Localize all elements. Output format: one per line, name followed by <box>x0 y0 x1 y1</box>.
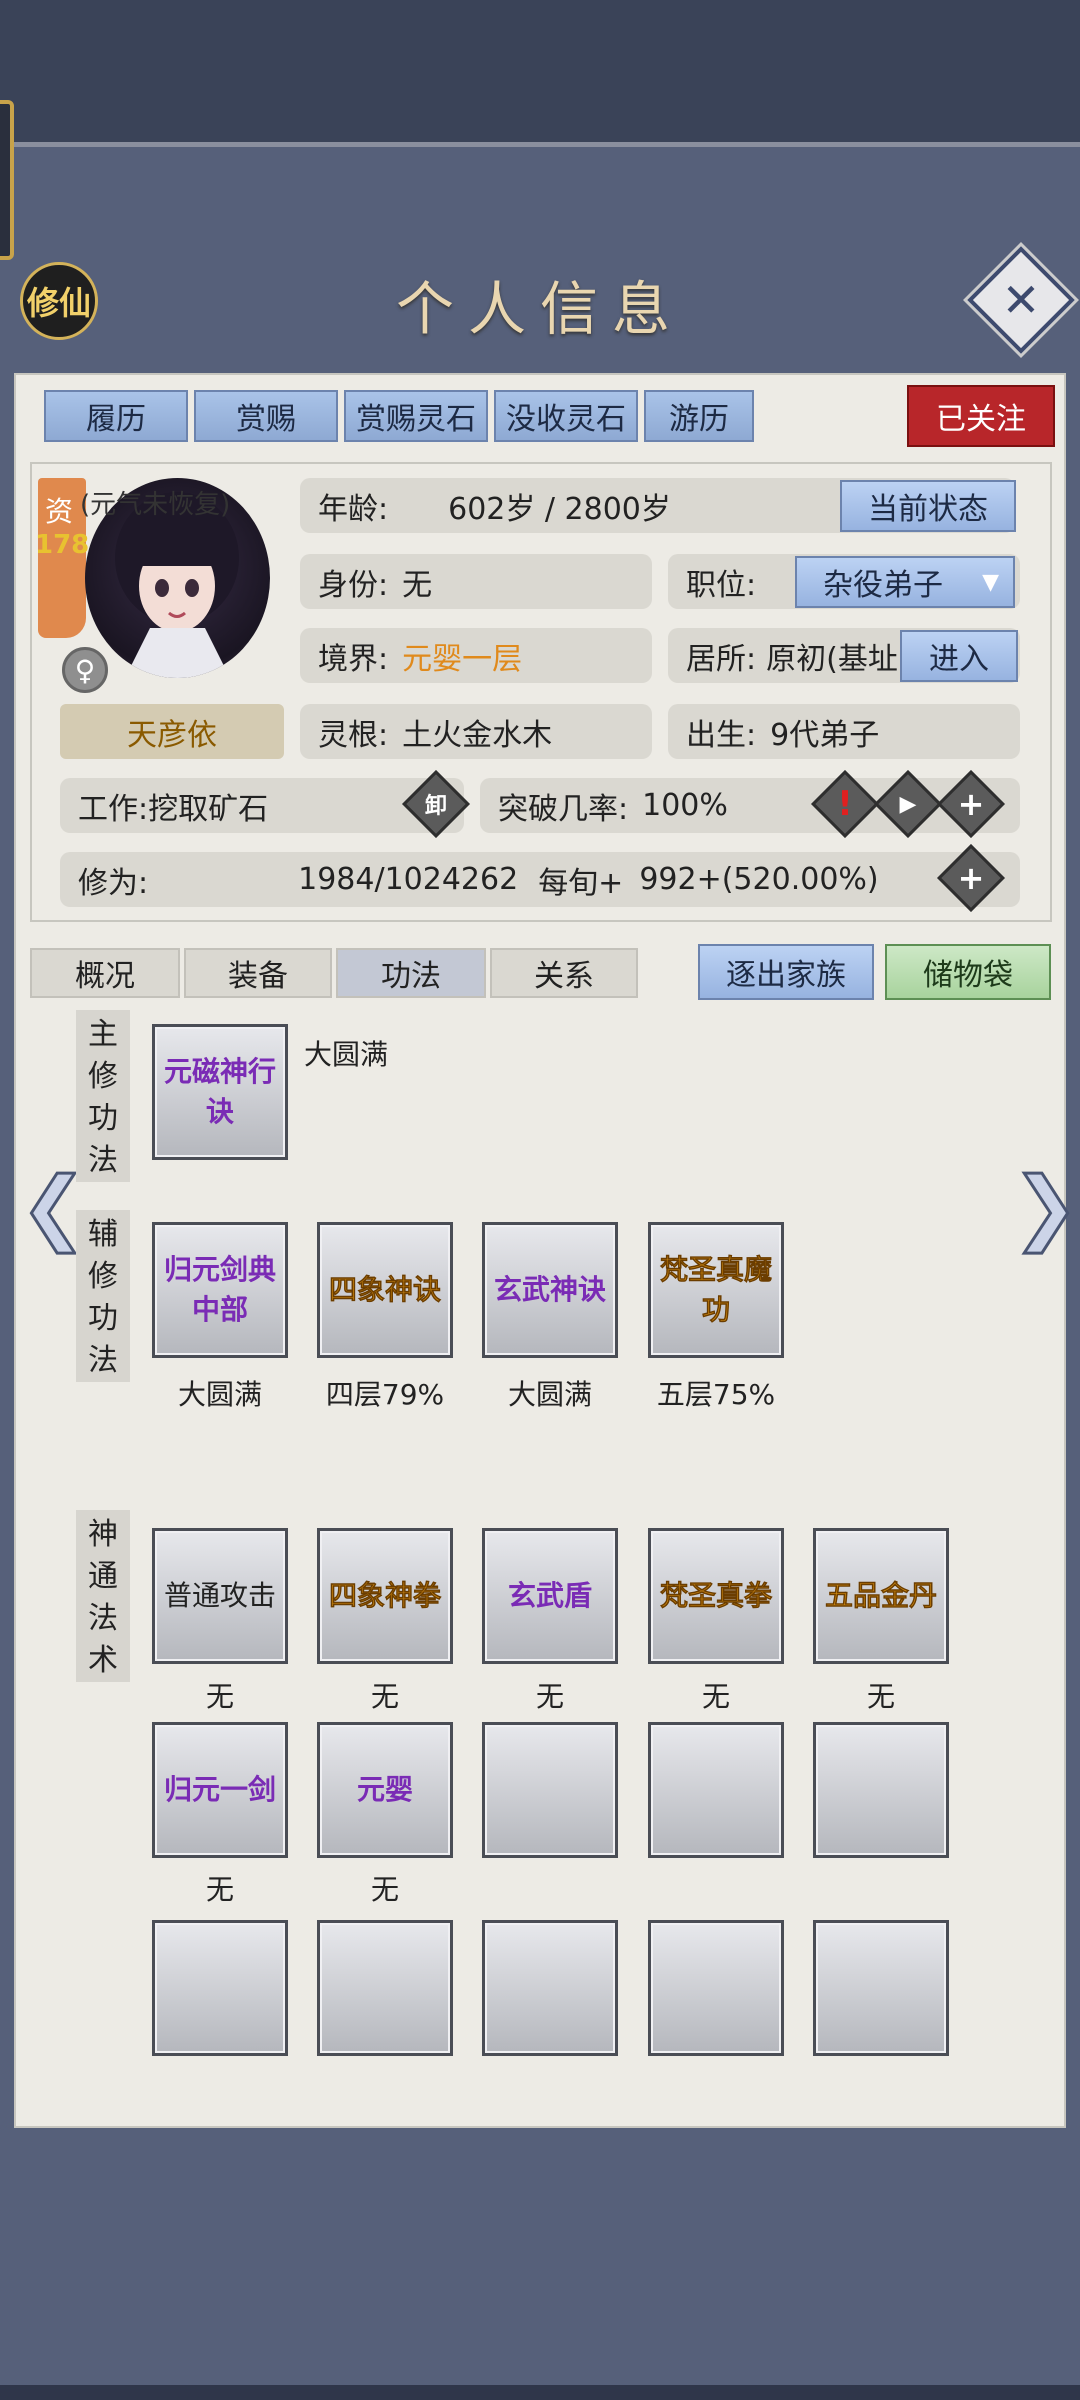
divine-art-slot[interactable]: 归元一剑 <box>152 1722 288 1858</box>
empty-slot[interactable] <box>648 1722 784 1858</box>
divine-art-slot[interactable]: 玄武盾 <box>482 1528 618 1664</box>
cultivation-value: 1984/1024262 <box>298 862 519 897</box>
female-icon: ♀ <box>62 647 108 693</box>
identity-label: 身份: <box>318 567 389 603</box>
work-label: 工作: <box>78 791 149 827</box>
divine-art-slot[interactable]: 四象神拳 <box>317 1528 453 1664</box>
position-label: 职位: <box>686 567 757 603</box>
birth-row: 出生: 9代弟子 <box>668 704 1020 759</box>
aux-technique-level: 大圆满 <box>507 1378 592 1411</box>
aux-technique-level: 五层75% <box>656 1378 776 1411</box>
aux-technique-slot[interactable]: 四象神诀 <box>317 1222 453 1358</box>
divine-art-slot[interactable]: 元婴 <box>317 1722 453 1858</box>
age-value: 602岁 / 2800岁 <box>448 491 671 527</box>
page-title: 个人信息 <box>395 275 684 343</box>
bottom-bar <box>0 2385 1080 2400</box>
divine-art-level: 无 <box>370 1680 399 1713</box>
play-icon[interactable]: ▶ <box>884 780 932 828</box>
spirit-root-value: 土火金水木 <box>402 717 553 753</box>
aux-technique-section-label: 辅修功法 <box>76 1210 130 1382</box>
identity-value: 无 <box>402 567 433 603</box>
breakthrough-label: 突破几率: <box>498 791 629 827</box>
divine-art-level: 无 <box>370 1873 399 1906</box>
tab-overview[interactable]: 概况 <box>30 948 180 998</box>
tab-reward-stones[interactable]: 赏赐灵石 <box>344 390 488 442</box>
followed-button[interactable]: 已关注 <box>907 385 1055 447</box>
plus-icon[interactable]: + <box>947 854 995 902</box>
warning-icon[interactable]: ! <box>821 780 869 828</box>
divine-arts-section-label: 神通法术 <box>76 1510 130 1682</box>
empty-slot[interactable] <box>648 1920 784 2056</box>
divine-art-level: 无 <box>205 1680 234 1713</box>
empty-slot[interactable] <box>317 1920 453 2056</box>
aptitude-value: 178 <box>35 530 90 560</box>
expel-button[interactable]: 逐出家族 <box>698 944 874 1000</box>
tab-reward[interactable]: 赏赐 <box>194 390 338 442</box>
tab-equipment[interactable]: 装备 <box>184 948 332 998</box>
close-icon[interactable]: ✕ <box>983 262 1059 338</box>
breakthrough-value: 100% <box>642 788 728 823</box>
spirit-root-row: 灵根: 土火金水木 <box>300 704 652 759</box>
identity-row: 身份: 无 <box>300 554 652 609</box>
aux-technique-slot[interactable]: 玄武神诀 <box>482 1222 618 1358</box>
main-technique-slot[interactable]: 元磁神行诀 <box>152 1024 288 1160</box>
tab-travel[interactable]: 游历 <box>644 390 754 442</box>
cultivation-row: 修为: 1984/1024262 每旬+ 992+(520.00%) <box>60 852 1020 907</box>
realm-row: 境界: 元婴一层 <box>300 628 652 683</box>
divine-art-slot[interactable]: 梵圣真拳 <box>648 1528 784 1664</box>
tab-confiscate-stones[interactable]: 没收灵石 <box>494 390 638 442</box>
birth-label: 出生: <box>686 717 757 753</box>
residence-label: 居所: <box>686 641 757 677</box>
position-select[interactable]: 杂役弟子 ▼ <box>795 556 1015 608</box>
current-state-button[interactable]: 当前状态 <box>840 480 1016 532</box>
realm-value: 元婴一层 <box>402 641 523 677</box>
birth-value: 9代弟子 <box>770 717 880 753</box>
per-period-value: 992+(520.00%) <box>639 862 879 897</box>
empty-slot[interactable] <box>813 1920 949 2056</box>
storage-bag-button[interactable]: 储物袋 <box>885 944 1051 1000</box>
aptitude-label: 资 <box>45 495 74 528</box>
divine-art-level: 无 <box>701 1680 730 1713</box>
enter-residence-button[interactable]: 进入 <box>900 630 1018 682</box>
divine-art-level: 无 <box>535 1680 564 1713</box>
divine-art-slot[interactable]: 五品金丹 <box>813 1528 949 1664</box>
position-value: 杂役弟子 <box>823 568 943 603</box>
chevron-down-icon: ▼ <box>982 569 999 595</box>
main-technique-level: 大圆满 <box>304 1038 389 1071</box>
tab-relations[interactable]: 关系 <box>490 948 638 998</box>
per-period-label: 每旬+ <box>538 865 624 901</box>
divine-art-slot[interactable]: 普通攻击 <box>152 1528 288 1664</box>
left-ornament <box>0 100 14 260</box>
divine-art-level: 无 <box>866 1680 895 1713</box>
aux-technique-level: 大圆满 <box>177 1378 262 1411</box>
aux-technique-slot[interactable]: 梵圣真魔功 <box>648 1222 784 1358</box>
top-divider <box>0 142 1080 147</box>
realm-label: 境界: <box>318 641 389 677</box>
work-value: 挖取矿石 <box>148 791 269 827</box>
aux-technique-level: 四层79% <box>325 1378 445 1411</box>
plus-icon[interactable]: + <box>947 780 995 828</box>
chevron-right-icon[interactable]: ❯ <box>1010 1159 1080 1255</box>
tab-techniques[interactable]: 功法 <box>336 948 486 998</box>
character-name[interactable]: 天彦依 <box>60 704 284 759</box>
spirit-root-label: 灵根: <box>318 717 389 753</box>
empty-slot[interactable] <box>813 1722 949 1858</box>
top-bar <box>0 0 1080 145</box>
aux-technique-slot[interactable]: 归元剑典中部 <box>152 1222 288 1358</box>
empty-slot[interactable] <box>482 1920 618 2056</box>
residence-value: 原初(基址 <box>766 641 898 677</box>
cultivation-label: 修为: <box>78 865 149 901</box>
status-note: (元气未恢复) <box>80 490 231 520</box>
main-technique-section-label: 主修功法 <box>76 1010 130 1182</box>
unload-icon[interactable]: 卸 <box>412 780 460 828</box>
tab-history[interactable]: 履历 <box>44 390 188 442</box>
divine-art-level: 无 <box>205 1873 234 1906</box>
empty-slot[interactable] <box>482 1722 618 1858</box>
age-label: 年龄: <box>318 491 389 527</box>
empty-slot[interactable] <box>152 1920 288 2056</box>
